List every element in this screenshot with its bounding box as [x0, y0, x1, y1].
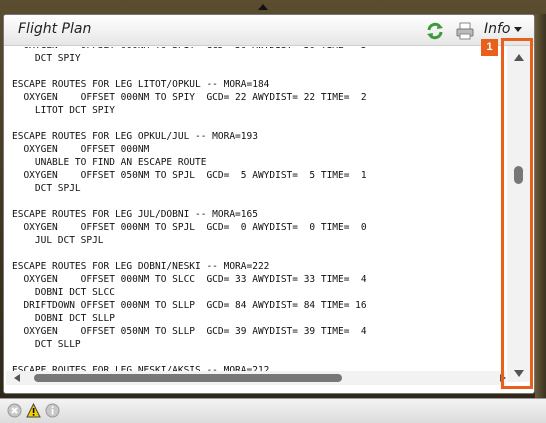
chevron-down-icon [513, 26, 522, 32]
collapse-handle[interactable] [258, 4, 268, 10]
info-menu[interactable]: Info [484, 21, 522, 37]
flight-plan-panel: Flight Plan Info OXYGEN OFFSET 000NM TO … [3, 14, 535, 394]
error-status[interactable] [7, 403, 22, 418]
status-bar [0, 398, 546, 423]
warning-status[interactable] [26, 402, 41, 418]
vertical-scroll-thumb[interactable] [514, 166, 523, 184]
flight-plan-text-area[interactable]: OXYGEN OFFSET 000NM TO SPIY GCD= 50 AWYD… [12, 47, 498, 379]
side-frame [535, 14, 546, 398]
print-button[interactable] [455, 21, 475, 41]
panel-title: Flight Plan [18, 21, 92, 37]
warning-icon [26, 402, 41, 418]
scroll-left-arrow-icon[interactable] [14, 374, 20, 382]
error-icon [7, 403, 22, 418]
info-status[interactable] [45, 403, 60, 418]
scroll-up-arrow-icon[interactable] [514, 54, 524, 61]
scroll-right-arrow-icon[interactable] [500, 374, 506, 382]
panel-header: Flight Plan Info [4, 15, 534, 46]
callout-number-badge: 1 [481, 39, 498, 56]
scroll-down-arrow-icon[interactable] [514, 370, 524, 377]
horizontal-scrollbar[interactable] [6, 371, 506, 385]
refresh-button[interactable] [425, 21, 445, 41]
print-icon [456, 22, 474, 40]
refresh-icon [427, 22, 443, 40]
vertical-scrollbar[interactable] [507, 46, 531, 382]
flight-plan-text: OXYGEN OFFSET 000NM TO SPIY GCD= 50 AWYD… [12, 47, 367, 376]
info-icon [45, 403, 60, 418]
horizontal-scroll-thumb[interactable] [34, 374, 342, 382]
info-menu-label: Info [484, 21, 511, 37]
